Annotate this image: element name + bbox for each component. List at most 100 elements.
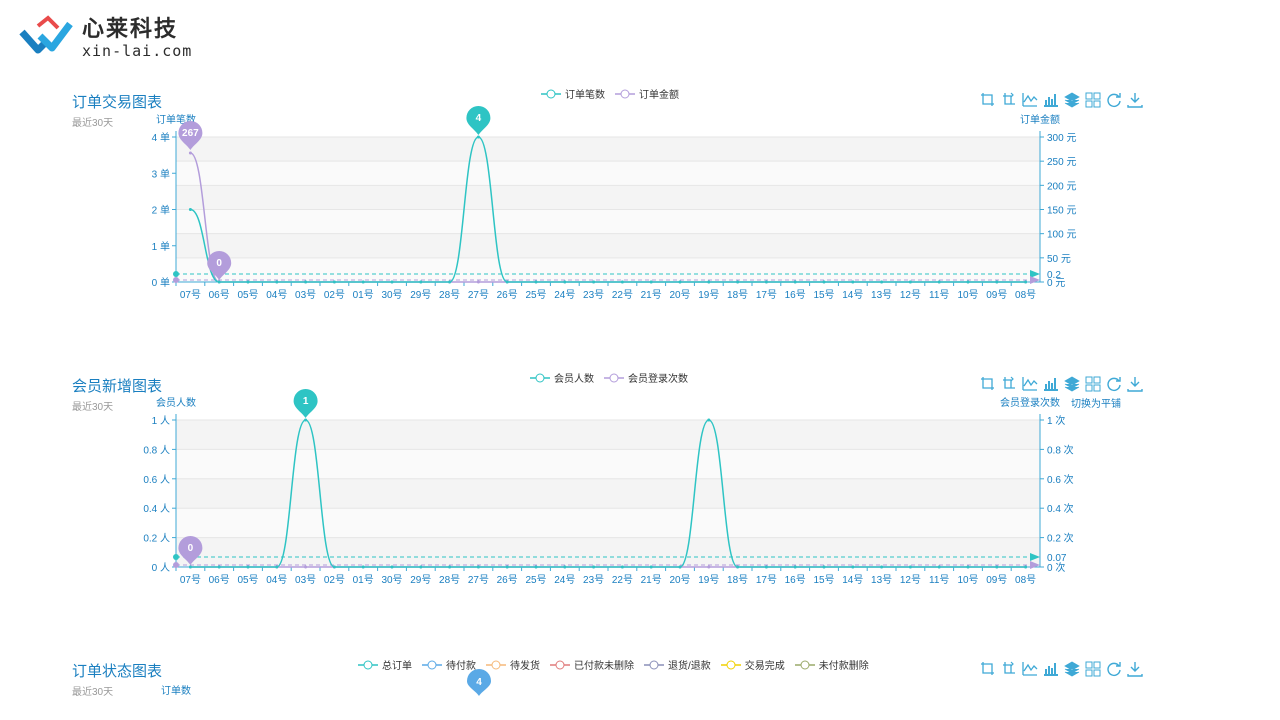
bar-chart-icon[interactable]: [1043, 92, 1059, 108]
legend-label: 已付款未删除: [574, 661, 634, 672]
data-point: [764, 565, 768, 569]
stack-icon[interactable]: [1064, 92, 1080, 108]
stack-icon[interactable]: [1064, 661, 1080, 677]
data-point: [217, 565, 221, 569]
x-tick-label: 05号: [237, 289, 258, 301]
right-tick-label: 300 元: [1047, 133, 1076, 144]
zoom-icon[interactable]: [980, 376, 996, 392]
legend-item-status-3[interactable]: 已付款未删除: [550, 657, 634, 672]
legend-item-status-0[interactable]: 总订单: [358, 657, 412, 672]
data-point: [505, 280, 509, 284]
data-point: [448, 280, 452, 284]
legend-item-member-logins[interactable]: 会员登录次数: [604, 370, 688, 385]
download-icon[interactable]: [1127, 661, 1143, 677]
x-tick-label: 02号: [324, 289, 345, 301]
left-tick-label: 1 单: [152, 241, 170, 253]
download-icon[interactable]: [1127, 92, 1143, 108]
orders-legend: 订单笔数 订单金额: [541, 86, 689, 101]
x-tick-label: 12号: [900, 289, 921, 301]
restore-icon[interactable]: [1106, 376, 1122, 392]
x-tick-label: 25号: [525, 574, 546, 586]
tiled-icon[interactable]: [1085, 92, 1101, 108]
data-point: [275, 565, 279, 569]
x-tick-label: 11号: [929, 289, 949, 301]
left-tick-label: 0 单: [152, 277, 170, 289]
data-point: [1024, 280, 1028, 284]
data-point: [707, 565, 711, 569]
data-point: [995, 280, 999, 284]
left-tick-label: 0.8 人: [143, 444, 170, 456]
left-tick-label: 1 人: [152, 415, 170, 427]
legend-label: 交易完成: [744, 661, 785, 672]
data-point: [736, 280, 740, 284]
data-point: [304, 418, 308, 422]
restore-icon[interactable]: [1106, 92, 1122, 108]
zoom-reset-icon[interactable]: [1001, 92, 1017, 108]
legend-item-status-5[interactable]: 交易完成: [720, 657, 785, 672]
bar-chart-icon[interactable]: [1043, 661, 1059, 677]
tiled-icon[interactable]: [1085, 376, 1101, 392]
x-tick-label: 08号: [1015, 574, 1036, 586]
x-tick-label: 13号: [871, 574, 892, 586]
average-label: 0.2: [1047, 270, 1061, 281]
legend-label: 未付款删除: [818, 661, 869, 672]
max-marker-member-count: 1: [293, 389, 318, 418]
x-tick-label: 20号: [669, 289, 690, 301]
x-tick-label: 26号: [497, 574, 518, 586]
legend-item-status-6[interactable]: 未付款删除: [794, 657, 869, 672]
x-tick-label: 29号: [410, 289, 431, 301]
stack-icon[interactable]: [1064, 376, 1080, 392]
legend-item-status-2[interactable]: 待发货: [486, 657, 540, 672]
left-tick-label: 3 单: [152, 168, 170, 180]
data-point: [736, 565, 740, 569]
data-point: [476, 565, 480, 569]
x-tick-label: 30号: [381, 574, 402, 586]
zoom-icon[interactable]: [980, 92, 996, 108]
restore-icon[interactable]: [1106, 661, 1122, 677]
bar-chart-icon[interactable]: [1043, 376, 1059, 392]
grid-band: [176, 449, 1040, 479]
x-tick-label: 17号: [756, 289, 777, 301]
zoom-reset-icon[interactable]: [1001, 661, 1017, 677]
line-chart-icon[interactable]: [1022, 92, 1038, 108]
data-point: [880, 280, 884, 284]
data-point: [361, 280, 365, 284]
x-tick-label: 04号: [266, 574, 287, 586]
download-icon[interactable]: [1127, 376, 1143, 392]
tiled-icon[interactable]: [1085, 661, 1101, 677]
max-marker-order-count: 4: [466, 106, 491, 135]
left-tick-label: 0 人: [152, 562, 170, 574]
x-tick-label: 22号: [612, 289, 633, 301]
data-point: [332, 280, 336, 284]
zoom-icon[interactable]: [980, 661, 996, 677]
x-tick-label: 22号: [612, 574, 633, 586]
data-point: [793, 565, 797, 569]
x-tick-label: 19号: [698, 289, 719, 301]
line-chart-icon[interactable]: [1022, 661, 1038, 677]
x-tick-label: 25号: [525, 289, 546, 301]
data-point: [304, 280, 308, 284]
data-point: [304, 565, 308, 569]
legend-item-order-amount[interactable]: 订单金额: [615, 86, 679, 101]
x-tick-label: 30号: [381, 289, 402, 301]
zoom-reset-icon[interactable]: [1001, 376, 1017, 392]
logo-mark-icon: [19, 15, 73, 54]
x-tick-label: 19号: [698, 574, 719, 586]
left-axis-name: 会员人数: [156, 396, 196, 409]
data-point: [563, 280, 567, 284]
data-point: [332, 565, 336, 569]
legend-item-status-4[interactable]: 退货/退款: [644, 657, 711, 672]
data-point: [966, 565, 970, 569]
data-point: [966, 280, 970, 284]
x-tick-label: 16号: [785, 289, 806, 301]
right-axis-name: 订单金额: [1020, 113, 1060, 126]
grid-band: [176, 209, 1040, 234]
x-tick-label: 10号: [957, 574, 978, 586]
average-label: 0.07: [1047, 553, 1067, 564]
line-chart-icon[interactable]: [1022, 376, 1038, 392]
status-left-axis-name: 订单数: [161, 686, 191, 697]
legend-item-order-count[interactable]: 订单笔数: [541, 86, 605, 101]
data-point: [649, 280, 653, 284]
x-tick-label: 03号: [295, 574, 316, 586]
legend-item-member-count[interactable]: 会员人数: [530, 370, 594, 385]
